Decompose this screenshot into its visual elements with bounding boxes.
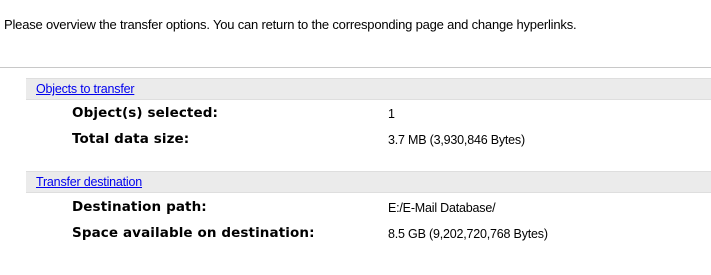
section-header-objects: Objects to transfer [26, 78, 711, 100]
row-objects-selected: Object(s) selected: 1 [26, 100, 711, 126]
objects-to-transfer-link[interactable]: Objects to transfer [36, 81, 135, 97]
transfer-destination-link[interactable]: Transfer destination [36, 174, 142, 190]
space-available-value: 8.5 GB (9,202,720,768 Bytes) [388, 227, 548, 241]
total-data-size-label: Total data size: [72, 131, 190, 147]
summary-instructions: Please overview the transfer options. Yo… [4, 17, 577, 32]
destination-path-label: Destination path: [72, 199, 207, 215]
total-data-size-value: 3.7 MB (3,930,846 Bytes) [388, 133, 525, 147]
row-total-data-size: Total data size: 3.7 MB (3,930,846 Bytes… [26, 126, 711, 152]
destination-path-value: E:/E-Mail Database/ [388, 201, 496, 215]
objects-selected-label: Object(s) selected: [72, 105, 219, 121]
section-header-destination: Transfer destination [26, 171, 711, 193]
transfer-summary-panel: Objects to transfer Object(s) selected: … [0, 67, 711, 275]
row-destination-path: Destination path: E:/E-Mail Database/ [26, 194, 711, 220]
space-available-label: Space available on destination: [72, 225, 315, 241]
row-space-available: Space available on destination: 8.5 GB (… [26, 220, 711, 246]
objects-selected-value: 1 [388, 107, 395, 121]
